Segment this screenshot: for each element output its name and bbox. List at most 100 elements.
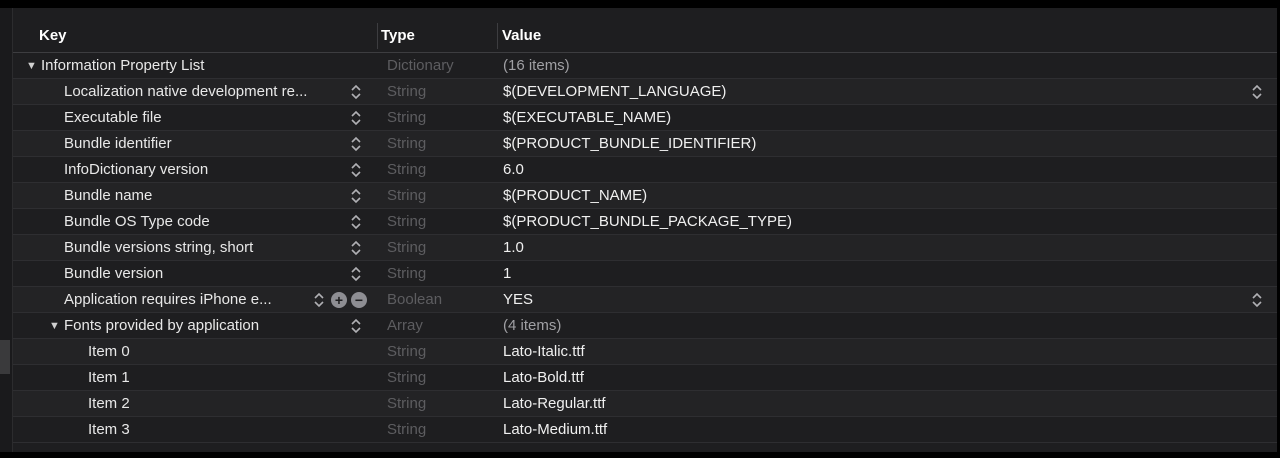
key-cell: Executable file: [13, 105, 373, 131]
type-cell: String: [387, 343, 427, 360]
value-cell[interactable]: Lato-Medium.ttf: [503, 417, 1263, 443]
type-cell: String: [387, 265, 427, 282]
plist-editor-window: Key Type Value ▼ Information Property Li…: [0, 0, 1280, 458]
column-header-value[interactable]: Value: [502, 19, 541, 52]
up-down-chevron-icon[interactable]: [350, 317, 362, 335]
table-row[interactable]: Item 3 String Lato-Medium.ttf: [13, 417, 1277, 443]
key-label: Application requires iPhone e...: [64, 291, 272, 308]
table-row[interactable]: Bundle version String 1: [13, 261, 1277, 287]
key-label: Bundle version: [64, 265, 164, 282]
value-cell[interactable]: Lato-Regular.ttf: [503, 391, 1263, 417]
key-cell: Bundle identifier: [13, 131, 373, 157]
type-cell: String: [387, 395, 427, 412]
type-cell: Boolean: [387, 291, 443, 308]
table-row-root[interactable]: ▼ Information Property List Dictionary (…: [13, 53, 1277, 79]
table-row[interactable]: Executable file String $(EXECUTABLE_NAME…: [13, 105, 1277, 131]
up-down-chevron-icon[interactable]: [1251, 83, 1263, 101]
disclosure-triangle-icon[interactable]: ▼: [49, 313, 61, 339]
table-row[interactable]: Item 1 String Lato-Bold.ttf: [13, 365, 1277, 391]
value-cell: (16 items): [503, 57, 570, 74]
type-cell: Dictionary: [387, 57, 454, 74]
table-row[interactable]: Bundle identifier String $(PRODUCT_BUNDL…: [13, 131, 1277, 157]
up-down-chevron-icon[interactable]: [313, 291, 325, 309]
key-cell: Bundle name: [13, 183, 373, 209]
key-label: Item 1: [88, 369, 130, 386]
type-cell: String: [387, 369, 427, 386]
table-row[interactable]: Bundle OS Type code String $(PRODUCT_BUN…: [13, 209, 1277, 235]
minus-circle-icon[interactable]: −: [351, 292, 367, 308]
type-cell: String: [387, 161, 427, 178]
key-label: Bundle identifier: [64, 135, 172, 152]
value-cell[interactable]: $(PRODUCT_BUNDLE_IDENTIFIER): [503, 131, 1263, 157]
key-label: Bundle OS Type code: [64, 213, 210, 230]
key-label: Executable file: [64, 109, 162, 126]
value-cell[interactable]: Lato-Bold.ttf: [503, 365, 1263, 391]
column-divider[interactable]: [497, 23, 498, 49]
type-cell: String: [387, 421, 427, 438]
key-label: Information Property List: [41, 57, 205, 74]
up-down-chevron-icon[interactable]: [350, 239, 362, 257]
property-list-editor: Key Type Value ▼ Information Property Li…: [12, 8, 1277, 452]
key-cell: ▼ Fonts provided by application: [13, 313, 373, 339]
type-cell: String: [387, 109, 427, 126]
key-cell: Bundle version: [13, 261, 373, 287]
up-down-chevron-icon[interactable]: [1251, 291, 1263, 309]
up-down-chevron-icon[interactable]: [350, 161, 362, 179]
value-cell: (4 items): [503, 317, 562, 334]
value-cell[interactable]: $(PRODUCT_NAME): [503, 183, 1263, 209]
column-header: Key Type Value: [13, 19, 1277, 53]
gutter-indicator: [0, 340, 10, 374]
key-label: Item 3: [88, 421, 130, 438]
type-cell: String: [387, 213, 427, 230]
column-header-type[interactable]: Type: [381, 19, 415, 52]
type-cell: String: [387, 83, 427, 100]
value-cell[interactable]: $(PRODUCT_BUNDLE_PACKAGE_TYPE): [503, 209, 1263, 235]
disclosure-triangle-icon[interactable]: ▼: [26, 53, 38, 79]
table-row[interactable]: Item 0 String Lato-Italic.ttf: [13, 339, 1277, 365]
value-cell[interactable]: YES: [503, 287, 1263, 313]
key-label: Item 2: [88, 395, 130, 412]
key-label: Bundle name: [64, 187, 153, 204]
table-row[interactable]: Bundle versions string, short String 1.0: [13, 235, 1277, 261]
left-gutter: [0, 8, 12, 452]
column-divider[interactable]: [377, 23, 378, 49]
table-row[interactable]: InfoDictionary version String 6.0: [13, 157, 1277, 183]
up-down-chevron-icon[interactable]: [350, 213, 362, 231]
up-down-chevron-icon[interactable]: [350, 135, 362, 153]
key-label: InfoDictionary version: [64, 161, 209, 178]
type-cell: Array: [387, 317, 423, 334]
value-cell[interactable]: 1.0: [503, 235, 1263, 261]
key-label: Item 0: [88, 343, 130, 360]
type-cell: String: [387, 135, 427, 152]
table-row[interactable]: Item 2 String Lato-Regular.ttf: [13, 391, 1277, 417]
key-label: Bundle versions string, short: [64, 239, 254, 256]
value-cell[interactable]: 6.0: [503, 157, 1263, 183]
value-cell[interactable]: Lato-Italic.ttf: [503, 339, 1263, 365]
column-header-key[interactable]: Key: [39, 19, 67, 52]
key-cell: Item 1: [13, 365, 373, 391]
key-cell: Item 3: [13, 417, 373, 443]
up-down-chevron-icon[interactable]: [350, 109, 362, 127]
table-row[interactable]: Bundle name String $(PRODUCT_NAME): [13, 183, 1277, 209]
table-row[interactable]: Localization native development re... St…: [13, 79, 1277, 105]
key-label: Localization native development re...: [64, 83, 308, 100]
key-cell: Item 2: [13, 391, 373, 417]
key-cell: Item 0: [13, 339, 373, 365]
value-cell[interactable]: 1: [503, 261, 1263, 287]
table-row-fonts[interactable]: ▼ Fonts provided by application Array (4…: [13, 313, 1277, 339]
key-cell: ▼ Information Property List: [13, 53, 373, 79]
type-cell: String: [387, 187, 427, 204]
key-cell: Bundle versions string, short: [13, 235, 373, 261]
key-cell: InfoDictionary version: [13, 157, 373, 183]
value-cell[interactable]: $(DEVELOPMENT_LANGUAGE): [503, 79, 1263, 105]
plus-circle-icon[interactable]: +: [331, 292, 347, 308]
type-cell: String: [387, 239, 427, 256]
up-down-chevron-icon[interactable]: [350, 265, 362, 283]
key-label: Fonts provided by application: [64, 317, 260, 334]
up-down-chevron-icon[interactable]: [350, 83, 362, 101]
key-cell: Bundle OS Type code: [13, 209, 373, 235]
value-cell[interactable]: $(EXECUTABLE_NAME): [503, 105, 1263, 131]
key-cell: Localization native development re...: [13, 79, 373, 105]
table-row[interactable]: Application requires iPhone e... + − Boo…: [13, 287, 1277, 313]
up-down-chevron-icon[interactable]: [350, 187, 362, 205]
